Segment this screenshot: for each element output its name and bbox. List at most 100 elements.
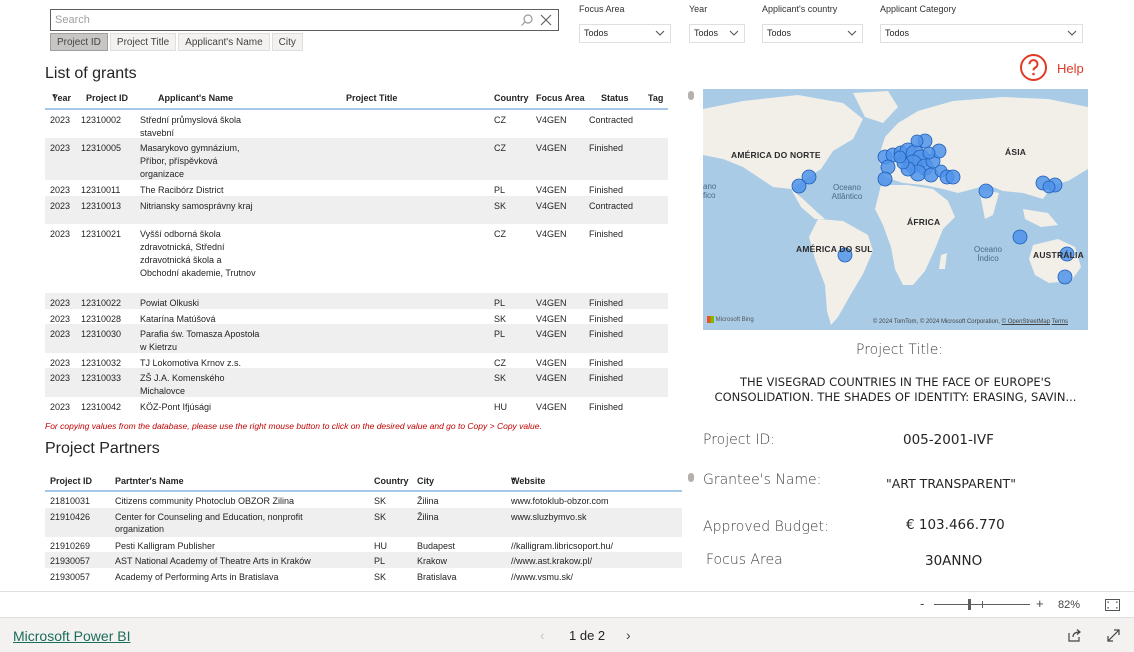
slicer-value: Todos	[767, 28, 792, 38]
cell-country: CZ	[494, 229, 506, 239]
table-row[interactable]: 2023 12310002 Střední průmyslová škola s…	[45, 110, 668, 138]
grants-map[interactable]: AMÉRICA DO NORTE ÁSIA ÁFRICA AMÉRICA DO …	[703, 89, 1088, 330]
sort-down-icon: ▼	[52, 93, 57, 99]
cell-website[interactable]: www.fotoklub-obzor.com	[511, 495, 609, 507]
table-row[interactable]: 2023 12310011 The Racibórz District PL V…	[45, 180, 668, 196]
slicer-label: Applicant Category	[880, 4, 957, 14]
cell-website[interactable]: //www.ast.krakow.pl/	[511, 555, 592, 567]
slicer-value: Todos	[885, 28, 910, 38]
cell-status: Contracted	[589, 201, 634, 211]
search-tab-applicant-name[interactable]: Applicant's Name	[178, 33, 270, 51]
search-icon[interactable]	[520, 13, 534, 27]
search-tab-project-id[interactable]: Project ID	[50, 33, 108, 51]
col-header-project-title[interactable]: Project Title	[346, 93, 397, 103]
table-row[interactable]: 2023 12310005 Masarykovo gymnázium, Příb…	[45, 138, 668, 180]
cell-partner-name: AST National Academy of Theatre Arts in …	[115, 556, 311, 566]
detail-scrollbar[interactable]	[688, 473, 694, 482]
cell-status: Finished	[589, 373, 624, 383]
copy-instructions: For copying values from the database, pl…	[45, 421, 542, 431]
table-row[interactable]: 21930057 AST National Academy of Theatre…	[45, 552, 682, 568]
map-label-pacific: ano fico	[703, 182, 717, 200]
search-field-tabs: Project ID Project Title Applicant's Nam…	[50, 33, 303, 51]
cell-year: 2023	[50, 373, 71, 383]
col-header-country[interactable]: Country	[374, 476, 409, 486]
search-tab-project-title[interactable]: Project Title	[109, 33, 177, 51]
partners-table: Project ID Partnter's Name Country City …	[45, 471, 682, 583]
cell-focus-area: V4GEN	[536, 402, 567, 412]
focus-area-dropdown[interactable]: Todos	[579, 24, 671, 43]
cell-focus-area: V4GEN	[536, 201, 567, 211]
project-id-label: Project ID:	[703, 432, 775, 448]
map-label-north-america: AMÉRICA DO NORTE	[731, 150, 821, 160]
search-box[interactable]	[50, 9, 559, 31]
cell-year: 2023	[50, 329, 71, 339]
col-header-tag[interactable]: Tag	[648, 93, 663, 103]
search-tab-city[interactable]: City	[271, 33, 303, 51]
cell-partner-name: Citizens community Photoclub OBZOR Zilin…	[115, 496, 295, 506]
partners-header: Project ID Partnter's Name Country City …	[45, 471, 682, 492]
table-row[interactable]: 2023 12310030 Parafia św. Tomasza Aposto…	[45, 324, 668, 353]
cell-city: Krakow	[417, 556, 448, 566]
col-header-partner-name[interactable]: Partnter's Name	[115, 476, 184, 486]
cell-applicant: Vyšší odborná škola zdravotnická, Středn…	[140, 229, 256, 278]
zoom-slider-thumb[interactable]	[968, 599, 971, 610]
table-row[interactable]: 21910426 Center for Counseling and Educa…	[45, 508, 682, 537]
table-row[interactable]: 21910269 Pesti Kalligram Publisher HU Bu…	[45, 537, 682, 552]
cell-country: HU	[374, 541, 387, 551]
col-header-country[interactable]: Country	[494, 93, 529, 103]
share-icon[interactable]	[1067, 628, 1082, 643]
terms-link[interactable]: Terms	[1052, 319, 1068, 325]
col-header-status[interactable]: Status	[601, 93, 629, 103]
next-page-button[interactable]: ›	[626, 627, 631, 643]
table-row[interactable]: 2023 12310013 Nitriansky samosprávny kra…	[45, 196, 668, 224]
zoom-out-button[interactable]: -	[920, 596, 924, 611]
applicant-category-dropdown[interactable]: Todos	[880, 24, 1083, 43]
search-input[interactable]	[51, 10, 511, 30]
map-label-australia: AUSTRÁLIA	[1033, 250, 1084, 260]
col-header-focus-area[interactable]: Focus Area	[536, 93, 585, 103]
cell-city: Žilina	[417, 512, 439, 522]
project-id-value: 005-2001-IVF	[903, 432, 994, 448]
cell-website[interactable]: //kalligram.libricsoport.hu/	[511, 540, 613, 552]
fit-to-page-icon[interactable]	[1105, 599, 1120, 611]
zoom-slider-tick	[982, 601, 983, 608]
cell-focus-area: V4GEN	[536, 229, 567, 239]
year-dropdown[interactable]: Todos	[689, 24, 745, 43]
col-header-project-id[interactable]: Project ID	[86, 93, 128, 103]
col-header-project-id[interactable]: Project ID	[50, 476, 92, 486]
grants-header: Year ▼ Project ID Applicant's Name Proje…	[45, 88, 668, 110]
table-row[interactable]: 2023 12310033 ZŠ J.A. Komenského Michalo…	[45, 368, 668, 397]
table-row[interactable]: 2023 12310042 KÖZ-Pont Ifjúsági HU V4GEN…	[45, 397, 668, 413]
col-header-city[interactable]: City	[417, 476, 434, 486]
applicant-country-dropdown[interactable]: Todos	[762, 24, 863, 43]
table-row[interactable]: 2023 12310028 Katarína Matúšová SK V4GEN…	[45, 309, 668, 324]
grants-scrollbar[interactable]	[688, 91, 694, 100]
table-row[interactable]: 2023 12310032 TJ Lokomotiva Krnov z.s. C…	[45, 353, 668, 368]
applicant-category-slicer: Applicant Category Todos	[880, 4, 1083, 43]
table-row[interactable]: 2023 12310022 Powiat Olkuski PL V4GEN Fi…	[45, 293, 668, 309]
col-header-website[interactable]: Website	[511, 476, 545, 486]
sort-up-icon: ▲	[511, 476, 516, 482]
table-row[interactable]: 21810031 Citizens community Photoclub OB…	[45, 492, 682, 508]
cell-project-id: 12310005	[81, 143, 122, 153]
previous-page-button[interactable]: ‹	[540, 627, 545, 643]
close-icon[interactable]	[539, 13, 553, 27]
zoom-in-button[interactable]: +	[1036, 596, 1044, 611]
world-map-background	[703, 91, 1088, 325]
question-circle-icon[interactable]	[1019, 53, 1048, 82]
page-indicator: 1 de 2	[569, 628, 606, 643]
cell-website[interactable]: //www.vsmu.sk/	[511, 571, 573, 583]
power-bi-link[interactable]: Microsoft Power BI	[13, 628, 130, 644]
fullscreen-icon[interactable]	[1106, 628, 1121, 643]
cell-status: Finished	[589, 402, 624, 412]
chevron-down-icon	[655, 30, 665, 36]
help-link[interactable]: Help	[1057, 61, 1084, 76]
cell-project-id: 21810031	[50, 496, 91, 506]
slicer-label: Focus Area	[579, 4, 625, 14]
col-header-applicant[interactable]: Applicant's Name	[158, 93, 233, 103]
cell-website[interactable]: www.sluzbymvo.sk	[511, 511, 587, 523]
osm-link[interactable]: © OpenStreetMap	[1002, 319, 1050, 325]
cell-partner-name: Pesti Kalligram Publisher	[115, 541, 216, 551]
table-row[interactable]: 21930057 Academy of Performing Arts in B…	[45, 568, 682, 583]
table-row[interactable]: 2023 12310021 Vyšší odborná škola zdravo…	[45, 224, 668, 293]
